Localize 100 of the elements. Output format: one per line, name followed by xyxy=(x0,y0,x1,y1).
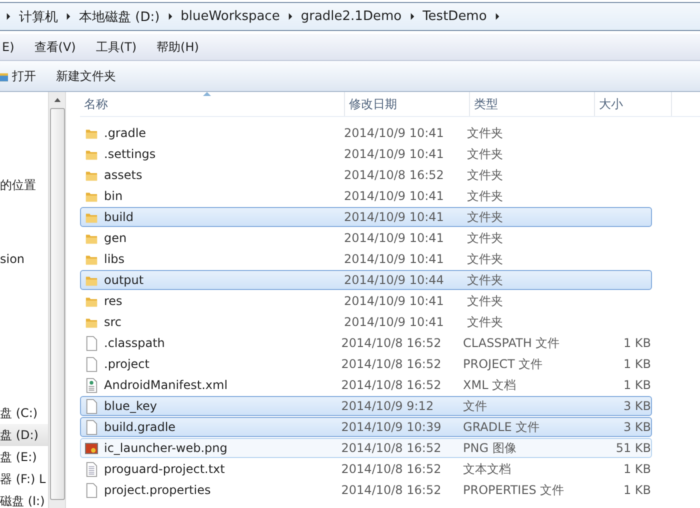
file-name: blue_key xyxy=(104,399,157,413)
column-header[interactable]: 类型 xyxy=(470,92,595,116)
file-size: 1 KB xyxy=(622,483,652,497)
breadcrumb-item[interactable]: 计算机 xyxy=(19,8,58,26)
chevron-icon xyxy=(494,12,500,21)
modified-date: 2014/10/9 10:39 xyxy=(340,420,442,434)
nav-item[interactable]: 盘 (D:) xyxy=(0,424,48,446)
scroll-up-icon[interactable] xyxy=(54,98,60,102)
file-type: PROPERTIES 文件 xyxy=(462,482,566,498)
file-row[interactable]: build.gradle 2014/10/9 10:39 GRADLE 文件 3 KB xyxy=(80,417,652,437)
nav-item[interactable]: 磁盘 (I:) xyxy=(0,490,48,508)
file-row[interactable]: res 2014/10/9 10:41 文件夹 xyxy=(80,291,652,311)
scrollbar[interactable] xyxy=(48,92,66,508)
file-row[interactable]: AndroidManifest.xml 2014/10/8 16:52 XML 文档 1 KB xyxy=(80,375,652,395)
file-size: 1 KB xyxy=(622,462,652,476)
modified-date: 2014/10/9 10:44 xyxy=(343,273,445,287)
modified-date: 2014/10/8 16:52 xyxy=(340,336,442,350)
chevron-icon xyxy=(168,12,173,21)
nav-item[interactable]: sion xyxy=(0,248,48,270)
nav-item[interactable]: 的位置 xyxy=(0,174,48,196)
file-name: .gradle xyxy=(104,126,146,140)
nav-item[interactable]: 盘 (C:) xyxy=(0,402,48,424)
file-name: ic_launcher-web.png xyxy=(104,441,228,455)
file-name: res xyxy=(104,294,122,308)
toolbar-button[interactable]: 打开 xyxy=(0,68,36,84)
modified-date: 2014/10/9 10:41 xyxy=(343,231,445,245)
file-type: 文本文档 xyxy=(462,460,512,478)
file-name: bin xyxy=(104,189,123,203)
modified-date: 2014/10/9 10:41 xyxy=(343,210,445,224)
file-row[interactable]: output 2014/10/9 10:44 文件夹 xyxy=(80,270,652,290)
column-header[interactable]: 修改日期 xyxy=(345,92,470,116)
file-size: 3 KB xyxy=(622,399,652,413)
modified-date: 2014/10/8 16:52 xyxy=(340,483,442,497)
modified-date: 2014/10/9 10:41 xyxy=(343,252,445,266)
file-name: AndroidManifest.xml xyxy=(104,378,228,392)
menu-item[interactable]: 工具(T) xyxy=(84,38,148,56)
text-file-icon xyxy=(85,462,98,476)
file-size: 3 KB xyxy=(622,420,652,434)
file-type: 文件夹 xyxy=(466,166,504,184)
file-row[interactable]: .project 2014/10/8 16:52 PROJECT 文件 1 KB xyxy=(80,354,652,374)
file-name: src xyxy=(104,315,122,329)
menu-item[interactable]: 查看(V) xyxy=(23,38,87,56)
sort-arrow-icon xyxy=(203,92,211,96)
file-type: 文件夹 xyxy=(466,124,504,142)
modified-date: 2014/10/9 10:41 xyxy=(343,189,445,203)
toolbar-button[interactable]: 新建文件夹 xyxy=(56,68,116,84)
file-size: 1 KB xyxy=(622,378,652,392)
chevron-icon xyxy=(66,12,71,21)
modified-date: 2014/10/9 9:12 xyxy=(340,399,435,413)
file-row[interactable]: bin 2014/10/9 10:41 文件夹 xyxy=(80,186,652,206)
breadcrumb-item[interactable]: TestDemo xyxy=(422,9,487,24)
address-bar[interactable]: 计算机 本地磁盘 (D:) blueWorkspace gradle2.1Demo TestDemo xyxy=(0,2,700,31)
breadcrumb-item[interactable]: blueWorkspace xyxy=(180,9,280,24)
modified-date: 2014/10/8 16:52 xyxy=(340,378,442,392)
file-row[interactable]: .settings 2014/10/9 10:41 文件夹 xyxy=(80,144,652,164)
file-size: 1 KB xyxy=(622,357,652,371)
menu-item[interactable]: 帮助(H) xyxy=(146,38,210,56)
file-name: assets xyxy=(104,168,142,182)
menu-item[interactable]: E) xyxy=(0,40,26,54)
file-row[interactable]: assets 2014/10/8 16:52 文件夹 xyxy=(80,165,652,185)
column-header[interactable]: 大小 xyxy=(595,92,672,116)
scroll-thumb[interactable] xyxy=(50,108,64,500)
file-name: libs xyxy=(104,252,125,266)
file-type: PNG 图像 xyxy=(462,440,518,456)
file-row[interactable]: libs 2014/10/9 10:41 文件夹 xyxy=(80,249,652,269)
modified-date: 2014/10/9 10:41 xyxy=(343,147,445,161)
file-size: 1 KB xyxy=(622,336,652,350)
file-row[interactable]: gen 2014/10/9 10:41 文件夹 xyxy=(80,228,652,248)
file-type: 文件夹 xyxy=(466,272,504,288)
file-type: 文件夹 xyxy=(466,146,504,162)
modified-date: 2014/10/8 16:52 xyxy=(340,441,442,455)
modified-date: 2014/10/9 10:41 xyxy=(343,294,445,308)
chevron-icon xyxy=(288,12,293,21)
file-row[interactable]: .classpath 2014/10/8 16:52 CLASSPATH 文件 1 KB xyxy=(80,333,652,353)
file-name: .classpath xyxy=(104,336,165,350)
file-type: XML 文档 xyxy=(462,376,518,394)
modified-date: 2014/10/8 16:52 xyxy=(340,357,442,371)
image-file-icon xyxy=(85,440,98,456)
nav-item[interactable]: 盘 (E:) xyxy=(0,446,48,468)
file-row[interactable]: project.properties 2014/10/8 16:52 PROPERTIES 文件 1 KB xyxy=(80,480,652,500)
file-row[interactable]: .gradle 2014/10/9 10:41 文件夹 xyxy=(80,123,652,143)
file-name: .settings xyxy=(104,147,156,161)
file-row[interactable]: ic_launcher-web.png 2014/10/8 16:52 PNG 图像 51 KB xyxy=(80,438,652,458)
nav-item[interactable]: 器 (F:) L xyxy=(0,468,48,490)
file-name: output xyxy=(104,273,144,287)
file-row[interactable]: build 2014/10/9 10:41 文件夹 xyxy=(80,207,652,227)
file-type: 文件夹 xyxy=(466,250,504,268)
file-icon xyxy=(85,398,98,414)
xml-file-icon xyxy=(85,378,98,392)
file-type: 文件夹 xyxy=(466,188,504,204)
file-name: build xyxy=(104,210,134,224)
file-row[interactable]: blue_key 2014/10/9 9:12 文件 3 KB xyxy=(80,396,652,416)
file-row[interactable]: src 2014/10/9 10:41 文件夹 xyxy=(80,312,652,332)
breadcrumb-item[interactable]: gradle2.1Demo xyxy=(300,9,402,24)
file-type: CLASSPATH 文件 xyxy=(462,334,561,352)
file-type: 文件夹 xyxy=(466,208,504,226)
file-row[interactable]: proguard-project.txt 2014/10/8 16:52 文本文档 1 KB xyxy=(80,459,652,479)
chevron-icon xyxy=(6,12,11,21)
file-type: PROJECT 文件 xyxy=(462,356,544,372)
breadcrumb-item[interactable]: 本地磁盘 (D:) xyxy=(79,8,160,26)
